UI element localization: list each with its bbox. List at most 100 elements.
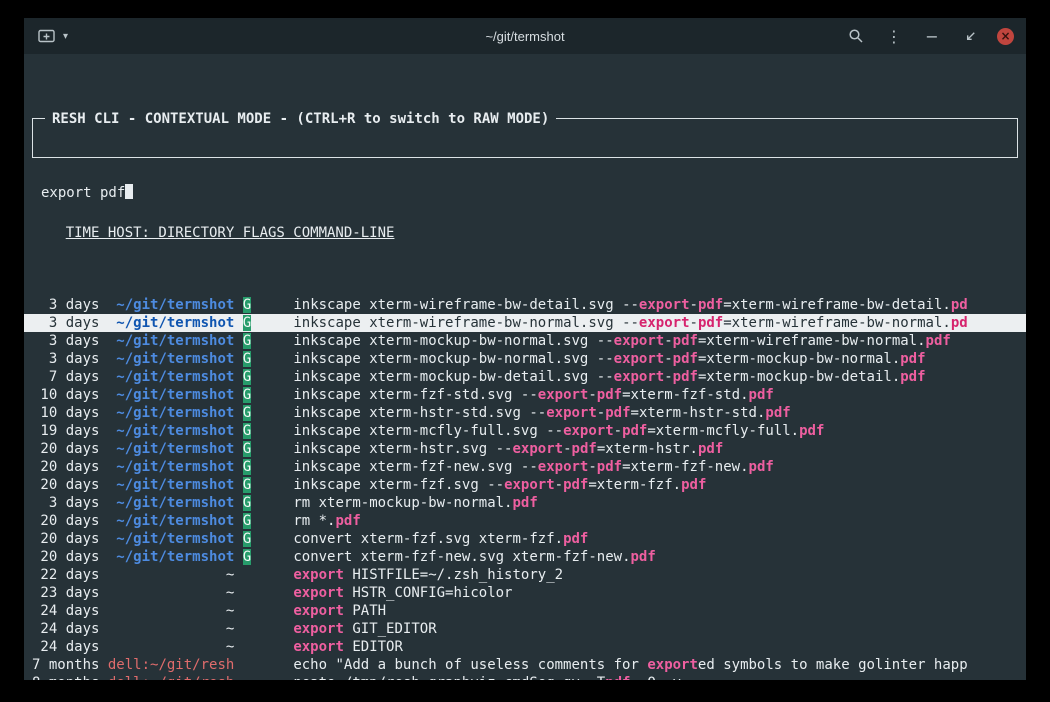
menu-button[interactable]: ⋮ [883, 25, 905, 47]
host-directory: dell:~/git/resh [108, 657, 234, 673]
git-flag: G [243, 513, 251, 529]
host-directory: dell:~/git/resh [108, 675, 234, 680]
history-row[interactable]: 20 days ~/git/termshot G inkscape xterm-… [24, 476, 1026, 494]
history-row[interactable]: 20 days ~/git/termshot G inkscape xterm-… [24, 440, 1026, 458]
history-row[interactable]: 3 days ~/git/termshot G inkscape xterm-w… [24, 314, 1026, 332]
git-flag: G [243, 405, 251, 421]
entry-time: 24 days [32, 603, 99, 619]
terminal-content: RESH CLI - CONTEXTUAL MODE - (CTRL+R to … [24, 54, 1026, 680]
command-text: export GIT_EDITOR [293, 621, 436, 637]
command-text: inkscape xterm-fzf-new.svg --export-pdf=… [293, 459, 773, 475]
entry-time: 19 days [32, 423, 99, 439]
git-flag: G [243, 459, 251, 475]
command-text: convert xterm-fzf-new.svg xterm-fzf-new.… [293, 549, 655, 565]
host-directory: ~/git/termshot [108, 441, 234, 457]
entry-time: 20 days [32, 531, 99, 547]
host-directory: ~/git/termshot [108, 495, 234, 511]
history-row[interactable]: 24 days ~ export PATH [24, 602, 1026, 620]
host-directory: ~/git/termshot [108, 513, 234, 529]
command-text: export HSTR_CONFIG=hicolor [293, 585, 512, 601]
host-directory: ~/git/termshot [108, 351, 234, 367]
command-text: export EDITOR [293, 639, 403, 655]
command-text: rm *.pdf [293, 513, 360, 529]
history-row[interactable]: 24 days ~ export GIT_EDITOR [24, 620, 1026, 638]
command-text: inkscape xterm-wireframe-bw-detail.svg -… [293, 297, 967, 313]
history-row[interactable]: 19 days ~/git/termshot G inkscape xterm-… [24, 422, 1026, 440]
host-directory: ~/git/termshot [108, 531, 234, 547]
git-flag: G [243, 549, 251, 565]
command-text: rm xterm-mockup-bw-normal.pdf [293, 495, 537, 511]
git-flag: G [243, 333, 251, 349]
git-flag: G [243, 387, 251, 403]
git-flag: G [243, 315, 251, 331]
restore-button[interactable] [959, 25, 981, 47]
entry-time: 20 days [32, 441, 99, 457]
text-cursor [125, 184, 133, 199]
entry-time: 24 days [32, 639, 99, 655]
history-row[interactable]: 3 days ~/git/termshot G inkscape xterm-m… [24, 350, 1026, 368]
history-row[interactable]: 23 days ~ export HSTR_CONFIG=hicolor [24, 584, 1026, 602]
command-text: inkscape xterm-wireframe-bw-normal.svg -… [293, 315, 967, 331]
search-box[interactable]: RESH CLI - CONTEXTUAL MODE - (CTRL+R to … [32, 118, 1018, 158]
git-flag: G [243, 369, 251, 385]
chevron-down-icon[interactable]: ▾ [63, 31, 68, 42]
new-terminal-button[interactable] [36, 25, 58, 47]
new-terminal-icon [38, 29, 56, 43]
terminal-window: ▾ ~/git/termshot ⋮ − × [24, 18, 1026, 680]
git-flag: G [243, 441, 251, 457]
history-row[interactable]: 7 months dell:~/git/resh echo "Add a bun… [24, 656, 1026, 674]
history-row[interactable]: 20 days ~/git/termshot G convert xterm-f… [24, 548, 1026, 566]
entry-time: 3 days [32, 495, 99, 511]
command-text: inkscape xterm-mockup-bw-normal.svg --ex… [293, 333, 950, 349]
minimize-icon: − [925, 27, 938, 46]
host-directory: ~/git/termshot [108, 423, 234, 439]
history-row[interactable]: 10 days ~/git/termshot G inkscape xterm-… [24, 404, 1026, 422]
git-flag: G [243, 423, 251, 439]
host-directory: ~/git/termshot [108, 369, 234, 385]
git-flag: G [243, 495, 251, 511]
close-button[interactable]: × [997, 28, 1014, 45]
history-row[interactable]: 20 days ~/git/termshot G convert xterm-f… [24, 530, 1026, 548]
entry-time: 20 days [32, 513, 99, 529]
entry-time: 10 days [32, 387, 99, 403]
host-directory: ~/git/termshot [108, 459, 234, 475]
history-row[interactable]: 7 days ~/git/termshot G inkscape xterm-m… [24, 368, 1026, 386]
host-directory: ~ [108, 621, 234, 637]
git-flag: G [243, 531, 251, 547]
command-text: neato /tmp/resh-graphviz-cmdSeq.gv -Tpdf… [293, 675, 681, 680]
git-flag: G [243, 351, 251, 367]
command-text: inkscape xterm-mcfly-full.svg --export-p… [293, 423, 824, 439]
command-text: inkscape xterm-fzf.svg --export-pdf=xter… [293, 477, 706, 493]
search-button[interactable] [845, 25, 867, 47]
search-icon [848, 28, 864, 44]
entry-time: 7 months [32, 657, 99, 673]
entry-time: 10 days [32, 405, 99, 421]
history-row[interactable]: 22 days ~ export HISTFILE=~/.zsh_history… [24, 566, 1026, 584]
host-directory: ~/git/termshot [108, 333, 234, 349]
command-text: inkscape xterm-fzf-std.svg --export-pdf=… [293, 387, 773, 403]
search-input[interactable]: export pdf [41, 184, 1009, 202]
history-row[interactable]: 8 months dell:~/git/resh neato /tmp/resh… [24, 674, 1026, 680]
command-text: inkscape xterm-hstr-std.svg --export-pdf… [293, 405, 790, 421]
entry-time: 24 days [32, 621, 99, 637]
command-text: export PATH [293, 603, 386, 619]
entry-time: 20 days [32, 459, 99, 475]
history-row[interactable]: 10 days ~/git/termshot G inkscape xterm-… [24, 386, 1026, 404]
history-row[interactable]: 3 days ~/git/termshot G inkscape xterm-w… [24, 296, 1026, 314]
search-box-title: RESH CLI - CONTEXTUAL MODE - (CTRL+R to … [45, 110, 556, 128]
history-row[interactable]: 24 days ~ export EDITOR [24, 638, 1026, 656]
history-row[interactable]: 3 days ~/git/termshot G inkscape xterm-m… [24, 332, 1026, 350]
entry-time: 22 days [32, 567, 99, 583]
host-directory: ~/git/termshot [108, 477, 234, 493]
host-directory: ~ [108, 639, 234, 655]
close-icon: × [1000, 28, 1010, 44]
history-row[interactable]: 3 days ~/git/termshot G rm xterm-mockup-… [24, 494, 1026, 512]
minimize-button[interactable]: − [921, 25, 943, 47]
entry-time: 23 days [32, 585, 99, 601]
history-row[interactable]: 20 days ~/git/termshot G inkscape xterm-… [24, 458, 1026, 476]
entry-time: 3 days [32, 351, 99, 367]
entry-time: 3 days [32, 315, 99, 331]
history-row[interactable]: 20 days ~/git/termshot G rm *.pdf [24, 512, 1026, 530]
command-text: inkscape xterm-mockup-bw-detail.svg --ex… [293, 369, 925, 385]
entry-time: 3 days [32, 333, 99, 349]
